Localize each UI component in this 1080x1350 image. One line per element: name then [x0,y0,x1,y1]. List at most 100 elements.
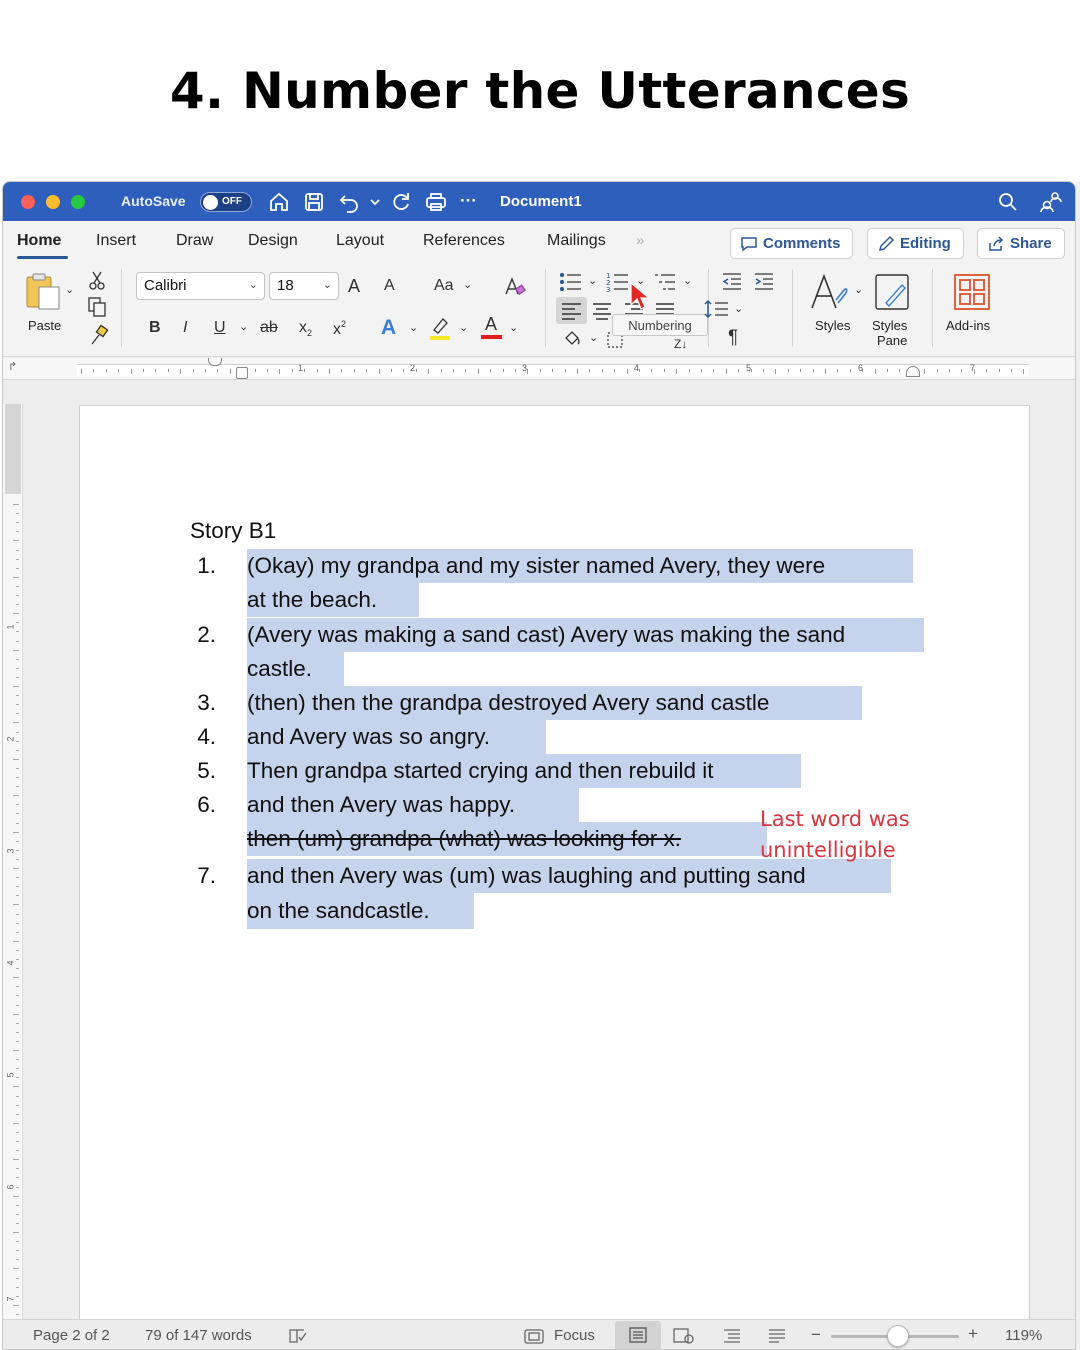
font-name-dropdown[interactable]: Calibri ⌄ [136,272,265,300]
italic-button[interactable]: I [183,319,187,337]
comments-button[interactable]: Comments [730,228,853,259]
paste-dropdown-icon[interactable]: ⌄ [65,283,74,296]
home-icon[interactable] [267,190,291,214]
subscript-button[interactable]: x2 [299,319,312,338]
more-tabs-icon[interactable]: » [636,232,644,249]
focus-icon[interactable] [524,1329,544,1348]
add-ins-label: Add-ins [946,318,991,333]
superscript-button[interactable]: x2 [333,319,346,339]
draft-view-icon[interactable] [767,1328,787,1348]
ruler-tick [626,369,628,374]
zoom-slider-handle[interactable] [887,1325,909,1347]
page-count[interactable]: Page 2 of 2 [33,1327,110,1344]
align-center-icon[interactable] [591,300,613,322]
more-commands-icon[interactable]: ··· [460,191,488,215]
line-spacing-icon[interactable] [704,298,730,320]
minimize-window-button[interactable] [46,195,60,209]
styles-pane-icon[interactable] [872,271,912,313]
text-effects-button[interactable]: A [381,316,396,340]
share-button[interactable]: Share [977,228,1065,259]
zoom-level[interactable]: 119% [1005,1327,1042,1344]
undo-dropdown-icon[interactable] [363,190,380,214]
focus-label[interactable]: Focus [554,1327,595,1344]
ruler-number: 1 [5,624,16,630]
add-ins-icon[interactable] [953,273,991,311]
shrink-font-button[interactable]: A [384,277,395,295]
ruler-tick [1023,369,1025,374]
strikethrough-button[interactable]: ab [260,319,278,337]
word-count[interactable]: 79 of 147 words [145,1327,252,1344]
shading-dropdown-icon[interactable]: ⌄ [589,331,598,344]
horizontal-ruler[interactable]: ↱ 1 2 3 4 5 6 7 [3,358,1075,380]
increase-indent-icon[interactable] [753,271,775,291]
utterance-line: and then Avery was happy. [247,788,579,822]
editing-button[interactable]: Editing [867,228,964,259]
paste-icon[interactable] [23,271,63,311]
tab-mailings[interactable]: Mailings [547,232,606,250]
numbering-icon[interactable]: 123 [606,271,630,293]
print-icon[interactable] [424,190,448,214]
font-size-value: 18 [277,277,294,294]
web-layout-icon[interactable] [673,1328,695,1348]
tab-layout[interactable]: Layout [336,232,384,250]
tab-design[interactable]: Design [248,232,298,250]
bullets-dropdown-icon[interactable]: ⌄ [588,274,597,287]
change-case-dropdown-icon[interactable]: ⌄ [463,278,472,291]
underline-button[interactable]: U [214,319,226,337]
tab-home[interactable]: Home [17,232,61,250]
multilevel-list-icon[interactable] [653,271,677,293]
redo-icon[interactable] [389,190,413,214]
highlighter-icon[interactable] [428,315,452,341]
ruler-tick [13,795,19,797]
font-color-button[interactable]: A [480,314,504,340]
ruler-tick [16,640,19,642]
bullets-icon[interactable] [559,271,583,293]
show-formatting-button[interactable]: ¶ [728,327,738,349]
line-spacing-dropdown-icon[interactable]: ⌄ [734,302,743,315]
right-indent-marker[interactable] [906,366,920,377]
format-painter-icon[interactable] [87,324,109,346]
cut-icon[interactable] [88,270,106,290]
change-case-button[interactable]: Aa [434,277,454,295]
undo-icon[interactable] [337,190,361,214]
list-number: 3. [197,690,216,715]
clear-formatting-icon[interactable] [502,275,526,299]
copy-icon[interactable] [86,296,108,318]
highlight-dropdown-icon[interactable]: ⌄ [459,321,468,334]
zoom-in-button[interactable]: + [968,1324,978,1344]
utterance-line: at the beach. [247,583,419,617]
autosave-toggle[interactable]: OFF [200,192,252,212]
search-icon[interactable] [996,190,1020,214]
align-left-button[interactable] [556,297,587,324]
document-page[interactable]: Story B1 1. (Okay) my grandpa and my sis… [79,405,1030,1325]
font-color-dropdown-icon[interactable]: ⌄ [509,321,518,334]
tab-references[interactable]: References [423,232,505,250]
utterance-line: Then grandpa started crying and then reb… [247,754,801,788]
underline-dropdown-icon[interactable]: ⌄ [239,320,248,333]
outline-view-icon[interactable] [722,1328,742,1348]
share-people-icon[interactable] [1039,190,1063,214]
maximize-window-button[interactable] [71,195,85,209]
text-effects-dropdown-icon[interactable]: ⌄ [409,321,418,334]
bold-button[interactable]: B [149,319,161,337]
styles-dropdown-icon[interactable]: ⌄ [854,283,863,296]
styles-gallery-icon[interactable] [808,270,852,314]
zoom-out-button[interactable]: − [811,1325,821,1345]
font-size-dropdown[interactable]: 18 ⌄ [269,272,339,300]
multilevel-dropdown-icon[interactable]: ⌄ [683,274,692,287]
sort-icon[interactable]: Z↓ [674,337,687,351]
save-icon[interactable] [302,190,326,214]
vertical-ruler[interactable]: 1 2 3 4 5 6 7 [3,404,23,1343]
shading-icon[interactable] [562,328,584,348]
tab-draw[interactable]: Draw [176,232,213,250]
ruler-number: 2 [5,736,16,742]
left-indent-marker[interactable] [236,367,248,379]
decrease-indent-icon[interactable] [721,271,743,291]
tab-stop-icon[interactable]: ↱ [8,360,17,373]
proofing-icon[interactable] [288,1328,308,1348]
print-layout-view-button[interactable] [615,1321,661,1349]
ruler-tick [180,369,182,374]
tab-insert[interactable]: Insert [96,232,136,250]
close-window-button[interactable] [21,195,35,209]
grow-font-button[interactable]: A [348,276,360,297]
